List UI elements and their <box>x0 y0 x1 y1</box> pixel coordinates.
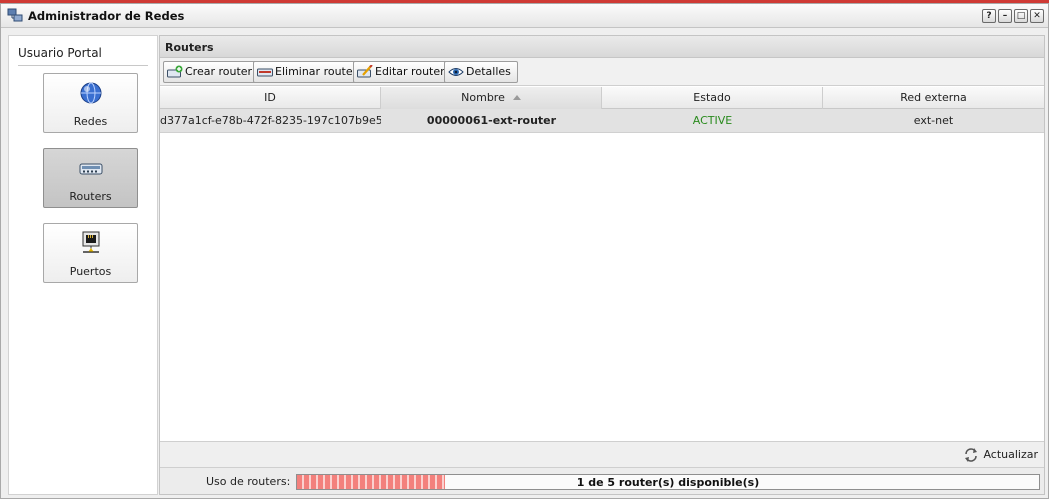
router-name-cell: 00000061-ext-router <box>426 114 557 127</box>
table-header: ID Nombre Estado Red externa <box>160 87 1044 109</box>
table-row[interactable]: d377a1cf-e78b-472f-8235-197c107b9e5d 000… <box>160 109 1044 133</box>
panel-title: Routers <box>165 41 214 54</box>
sidebar-title: Usuario Portal <box>18 46 102 60</box>
column-header-estado[interactable]: Estado <box>602 87 823 109</box>
window-controls: ? – □ ✕ <box>982 9 1044 23</box>
create-router-label: Crear router <box>185 65 253 78</box>
sidebar-item-redes[interactable]: Redes <box>43 73 138 133</box>
globe-icon <box>80 82 102 104</box>
network-app-icon <box>7 8 23 22</box>
create-router-button[interactable]: Crear router <box>163 61 260 83</box>
edit-router-label: Editar router <box>375 65 445 78</box>
sort-ascending-icon <box>512 95 521 100</box>
help-button[interactable]: ? <box>982 9 996 23</box>
edit-router-button[interactable]: Editar router <box>353 61 452 83</box>
delete-router-label: Eliminar router <box>275 65 358 78</box>
column-header-label: Red externa <box>900 91 967 104</box>
table-footer: Actualizar <box>160 441 1044 467</box>
details-label: Detalles <box>466 65 511 78</box>
column-header-label: Estado <box>693 91 731 104</box>
edit-router-icon <box>357 65 373 78</box>
ethernet-port-icon <box>82 231 100 253</box>
details-button[interactable]: Detalles <box>444 61 518 83</box>
column-header-label: ID <box>264 91 276 104</box>
column-header-nombre[interactable]: Nombre <box>381 87 602 109</box>
eye-icon <box>448 68 464 76</box>
column-header-label: Nombre <box>461 91 505 104</box>
usage-progress-bar: 1 de 5 router(s) disponible(s) <box>296 474 1040 490</box>
router-state-cell: ACTIVE <box>692 114 733 127</box>
sidebar-item-label: Routers <box>69 190 112 203</box>
usage-progress-text: 1 de 5 router(s) disponible(s) <box>576 476 760 489</box>
minimize-button[interactable]: – <box>998 9 1012 23</box>
router-icon <box>79 163 103 175</box>
toolbar: Crear router Eliminar router Editar rout… <box>160 58 1044 86</box>
sidebar-item-label: Puertos <box>69 265 112 278</box>
app-window: Administrador de Redes ? – □ ✕ Usuario P… <box>0 3 1049 499</box>
add-router-icon <box>167 65 183 78</box>
close-button[interactable]: ✕ <box>1030 9 1044 23</box>
delete-router-button[interactable]: Eliminar router <box>253 61 365 83</box>
column-header-id[interactable]: ID <box>160 87 381 109</box>
sidebar-divider <box>18 65 148 66</box>
refresh-button[interactable]: Actualizar <box>963 447 1038 463</box>
column-header-red-externa[interactable]: Red externa <box>823 87 1044 109</box>
routers-panel: Routers Crear router Eliminar router Edi… <box>159 35 1045 495</box>
title-bar[interactable]: Administrador de Redes ? – □ ✕ <box>1 4 1048 28</box>
router-external-net-cell: ext-net <box>913 114 954 127</box>
sidebar-item-label: Redes <box>73 115 108 128</box>
sidebar: Usuario Portal Redes Routers Puertos <box>8 35 158 495</box>
sidebar-item-routers[interactable]: Routers <box>43 148 138 208</box>
refresh-label: Actualizar <box>983 448 1038 461</box>
router-usage-bar-area: Uso de routers: 1 de 5 router(s) disponi… <box>160 467 1044 494</box>
usage-label: Uso de routers: <box>206 475 291 488</box>
window-title: Administrador de Redes <box>28 9 185 23</box>
maximize-button[interactable]: □ <box>1014 9 1028 23</box>
refresh-icon <box>965 448 978 462</box>
router-id-cell: d377a1cf-e78b-472f-8235-197c107b9e5d <box>160 114 381 127</box>
delete-router-icon <box>257 68 273 77</box>
sidebar-item-puertos[interactable]: Puertos <box>43 223 138 283</box>
panel-header: Routers <box>160 36 1044 58</box>
